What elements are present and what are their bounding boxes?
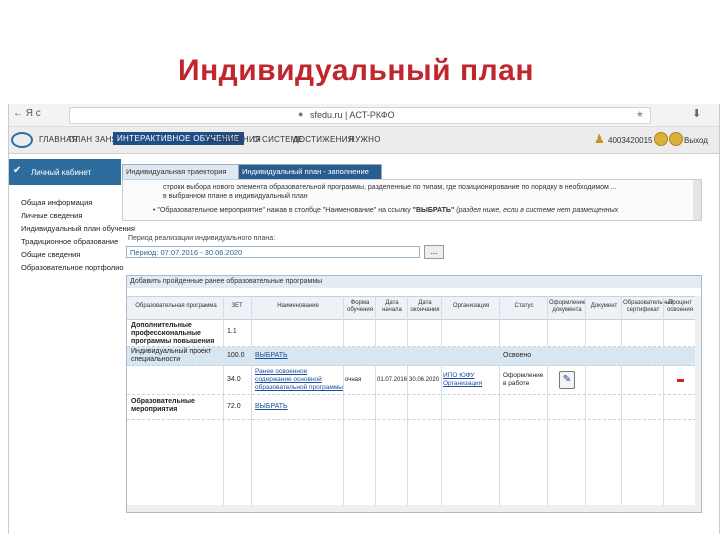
vertical-scrollbar[interactable] [695,296,701,505]
program-cell: Образовательные мероприятия [131,398,195,413]
form-cell: очная [345,377,362,383]
select-link[interactable]: ВЫБРАТЬ [255,403,288,411]
col-header: Наименование [277,303,319,309]
col-header: Документ [590,303,618,309]
sidebar-item-personal[interactable]: Личные сведения [21,211,82,220]
bookmark-star-icon[interactable]: ★ [636,109,644,120]
note-em: "ВЫБРАТЬ" [412,207,455,214]
start-date-cell: 01.07.2016 [377,377,408,383]
browser-bar: ← Я c ● sfedu.ru | ACT-РКФО ★ ⬇ [9,104,719,127]
status-cell: Оформление в работе [503,372,544,387]
status-cell: Освоено [503,352,532,359]
sfedu-logo-icon [11,132,33,148]
app-header: ГЛАВНАЯ ПЛАН ЗАНЯТИЙ ИНТЕРАКТИВНОЕ ОБУЧЕ… [9,127,719,154]
exit-link[interactable]: Выход [684,136,708,145]
organization-link[interactable]: ИПО ЮФУ Организация [443,372,497,388]
note-text: (раздел ниже, если в системе нет размеще… [454,207,619,214]
sidebar-personal-cabinet[interactable]: ✔ Личный кабинет [9,159,121,185]
edit-document-button[interactable]: ✎ [559,371,575,389]
col-header: Образовательная программа [135,303,217,309]
zet-cell: 72.0 [227,403,241,410]
zet-cell: 34.0 [227,376,241,383]
program-name-link[interactable]: Ранее освоенное содержание основной обра… [255,368,343,392]
delete-icon[interactable] [677,379,684,382]
settings-icon[interactable] [654,132,668,146]
address-bar[interactable]: ● sfedu.ru | ACT-РКФО ★ [69,107,651,124]
address-url: sfedu.ru | ACT-РКФО [310,110,395,120]
zet-cell: 1.1 [227,328,237,335]
col-header: Статус [514,303,534,309]
period-field[interactable]: Период: 07.07.2016 - 30.06.2020 [126,246,420,258]
sidebar-item-plan[interactable]: Индивидуальный план обучения [21,224,135,233]
program-cell: Индивидуальный проект специальности [131,348,212,363]
sidebar-item-portfolio[interactable]: Образовательное портфолио [21,263,124,272]
sidebar-item-general[interactable]: Общая информация [21,198,92,207]
col-header: Процент освоения [666,300,694,313]
period-select-button[interactable]: ... [424,245,444,259]
note-line: строки выбора нового элемента образовате… [163,184,617,191]
zet-cell: 100.0 [227,352,245,359]
grid-header: Образовательная программа ЗЕТ Наименован… [127,296,701,320]
browser-nav[interactable]: ← Я c [13,108,41,119]
col-header: Дата окончания [410,300,440,313]
user-id: 4003420015 [608,136,653,145]
slide-title: Индивидуальный план [178,54,534,87]
sidebar-item-traditional[interactable]: Традиционное образование [21,237,118,246]
sidebar: ✔ Личный кабинет Общая информация Личные… [9,154,135,534]
screenshot: ← Я c ● sfedu.ru | ACT-РКФО ★ ⬇ ГЛАВНАЯ … [8,104,720,534]
panel-title[interactable]: Добавить пройденные ранее образовательны… [127,276,701,288]
table-row[interactable]: Образовательные мероприятия 72.0 ВЫБРАТЬ [127,395,701,420]
menu-item-achievements[interactable]: ДОСТИЖЕНИЯ [293,135,354,144]
download-icon[interactable]: ⬇ [692,107,701,120]
select-link[interactable]: ВЫБРАТЬ [255,352,288,360]
note-line: в выбранном плане в индивидуальный план [163,193,308,200]
note-line: • "Образовательное мероприятие" нажав в … [153,207,619,214]
col-header: Дата начала [382,300,402,313]
col-header: Образовательный сертификат [623,300,674,313]
col-header: Форма обучения [346,300,374,313]
table-row[interactable]: Индивидуальный проект специальности 100.… [127,347,701,366]
col-header: ЗЕТ [231,303,243,309]
scrollbar[interactable] [693,180,701,220]
tab-plan-fill[interactable]: Индивидуальный план - заполнение [238,164,382,180]
col-header: Оформление документа [549,300,587,313]
main-content: строки выбора нового элемента образовате… [122,179,712,534]
sidebar-item-common[interactable]: Общие сведения [21,250,80,259]
table-row[interactable]: Дополнительные профессиональные программ… [127,319,701,347]
end-date-cell: 30.06.2020 [409,377,440,383]
col-header: Организация [452,303,490,309]
table-row[interactable]: 34.0 Ранее освоенное содержание основной… [127,366,701,395]
tab-trajectory[interactable]: Индивидуальная траектория [122,164,242,180]
program-cell: Дополнительные профессиональные программ… [131,322,215,345]
lock-icon: ● [298,109,304,119]
sidebar-cabinet-label: Личный кабинет [31,168,92,177]
user-icon[interactable]: ♟ [594,132,605,146]
note-em: "Образовательное мероприятие" [157,207,265,214]
search-icon[interactable] [669,132,683,146]
horizontal-scrollbar[interactable] [127,505,701,512]
check-icon: ✔ [13,165,22,176]
period-label: Период реализации индивидуального плана: [128,235,276,242]
note-text: нажав в столбце "Наименование" на ссылку [264,207,413,214]
instructions-box: строки выбора нового элемента образовате… [122,179,702,221]
programs-panel: Добавить пройденные ранее образовательны… [126,275,702,513]
menu-item-need[interactable]: НУЖНО [349,135,381,144]
